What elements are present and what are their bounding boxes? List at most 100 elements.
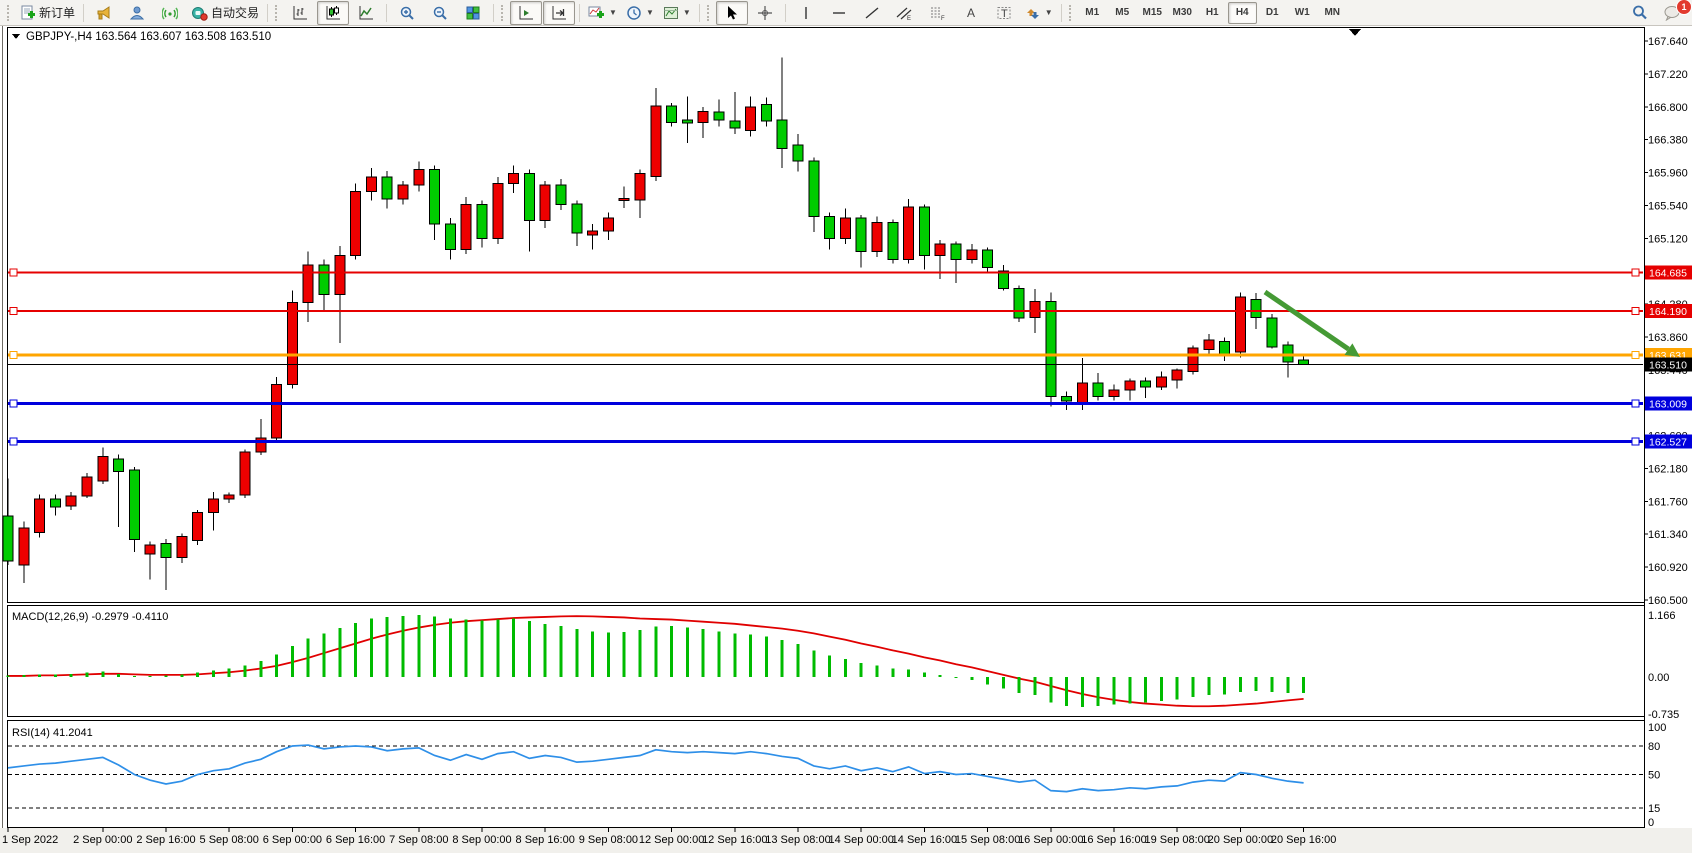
trendline-button[interactable] (856, 1, 888, 25)
time-axis-label: 5 Sep 08:00 (200, 834, 259, 846)
signals-button[interactable] (154, 1, 186, 25)
zoom-in-button[interactable] (391, 1, 423, 25)
timeframe-button-M15[interactable]: M15 (1138, 2, 1167, 24)
time-axis-label: 6 Sep 16:00 (326, 834, 385, 846)
symbol-ohlc-label: GBPJPY-,H4 163.564 163.607 163.508 163.5… (26, 31, 271, 43)
tile-windows-icon (465, 5, 481, 21)
new-order-button[interactable]: 新订单 (16, 1, 79, 25)
time-axis-label: 2 Sep 16:00 (136, 834, 195, 846)
line-chart-button[interactable] (350, 1, 382, 25)
price-tick-label: 161.760 (1648, 496, 1688, 508)
indicators-button[interactable]: ▼ (584, 1, 621, 25)
notifications-button[interactable]: 1 (1656, 1, 1688, 25)
candle (1046, 292, 1056, 406)
main-chart-panel[interactable] (8, 28, 1645, 603)
time-axis-label: 8 Sep 16:00 (516, 834, 575, 846)
separator (785, 4, 786, 22)
time-axis-label: 19 Sep 08:00 (1144, 834, 1209, 846)
time-axis-label: 15 Sep 08:00 (955, 834, 1020, 846)
vertical-line-button[interactable] (790, 1, 822, 25)
timeframe-button-M30[interactable]: M30 (1168, 2, 1197, 24)
community-button[interactable] (121, 1, 153, 25)
price-axis[interactable]: 167.640167.220166.800166.380165.960165.5… (1644, 28, 1688, 829)
timeframe-button-H1[interactable]: H1 (1198, 2, 1227, 24)
macd-axis-label: 1.166 (1648, 610, 1676, 622)
price-tick-label: 166.380 (1648, 135, 1688, 147)
toolbar-grip[interactable] (707, 5, 712, 21)
arrows-icon (1025, 5, 1041, 21)
separator (493, 4, 494, 22)
candlestick-chart-button[interactable] (317, 1, 349, 25)
bar-chart-button[interactable] (284, 1, 316, 25)
dropdown-caret: ▼ (683, 8, 691, 17)
candlestick-chart-icon (325, 5, 341, 21)
rsi-axis-label: 15 (1648, 803, 1660, 815)
candle (461, 197, 471, 254)
market-watch-button[interactable] (88, 1, 120, 25)
timeframe-button-M5[interactable]: M5 (1108, 2, 1137, 24)
timeframe-button-W1[interactable]: W1 (1288, 2, 1317, 24)
toolbar-grip[interactable] (501, 5, 506, 21)
price-tick-label: 166.800 (1648, 102, 1688, 114)
time-axis-label: 16 Sep 16:00 (1081, 834, 1146, 846)
fibonacci-button[interactable]: F (922, 1, 954, 25)
candle (667, 103, 677, 126)
rsi-axis-label: 80 (1648, 741, 1660, 753)
time-axis-label: 12 Sep 16:00 (702, 834, 767, 846)
horn-icon (96, 5, 113, 21)
equidistant-channel-button[interactable]: E (889, 1, 921, 25)
new-order-icon (20, 5, 36, 21)
candle (240, 450, 250, 499)
rsi-panel[interactable]: RSI(14) 41.2041 (8, 721, 1645, 828)
svg-text:F: F (941, 16, 945, 21)
toolbar-grip[interactable] (275, 5, 280, 21)
price-tick-label: 165.120 (1648, 233, 1688, 245)
periods-button[interactable]: ▼ (622, 1, 658, 25)
horizontal-line-icon (831, 5, 847, 21)
auto-scroll-icon (518, 5, 534, 21)
crosshair-icon (757, 5, 773, 21)
macd-panel[interactable]: MACD(12,26,9) -0.2979 -0.4110 (8, 606, 1645, 717)
timeframe-button-H4[interactable]: H4 (1228, 2, 1257, 24)
candle (493, 177, 503, 244)
new-order-label: 新订单 (39, 4, 75, 21)
search-button[interactable] (1623, 1, 1655, 25)
timeframe-button-MN[interactable]: MN (1318, 2, 1347, 24)
arrows-button[interactable]: ▼ (1021, 1, 1057, 25)
auto-trading-button[interactable]: 自动交易 (187, 1, 263, 25)
text-a-icon: A (964, 5, 978, 21)
text-button[interactable]: A (955, 1, 987, 25)
current-price-label: 163.510 (1649, 359, 1687, 371)
price-tick-label: 165.960 (1648, 168, 1688, 180)
candle (351, 183, 361, 259)
bar-chart-icon (292, 5, 308, 21)
crosshair-button[interactable] (749, 1, 781, 25)
text-label-button[interactable]: T (988, 1, 1020, 25)
chart-shift-button[interactable] (543, 1, 575, 25)
time-axis-label: 16 Sep 00:00 (1018, 834, 1083, 846)
channel-icon: E (896, 5, 913, 21)
signal-waves-icon (162, 5, 178, 21)
horizontal-line-button[interactable] (823, 1, 855, 25)
main-toolbar: 新订单 自动交易 (0, 0, 1692, 26)
toolbar-grip[interactable] (7, 5, 12, 21)
time-axis-label: 20 Sep 00:00 (1208, 834, 1273, 846)
candle (129, 467, 139, 552)
price-chart-svg[interactable]: MACD(12,26,9) -0.2979 -0.4110RSI(14) 41.… (0, 26, 1692, 853)
separator (699, 4, 700, 22)
timeframe-button-M1[interactable]: M1 (1078, 2, 1107, 24)
toolbar-grip[interactable] (1069, 5, 1074, 21)
separator (83, 4, 84, 22)
templates-button[interactable]: ▼ (659, 1, 695, 25)
svg-text:A: A (967, 6, 975, 20)
auto-scroll-button[interactable] (510, 1, 542, 25)
tile-windows-button[interactable] (457, 1, 489, 25)
auto-trading-label: 自动交易 (211, 4, 259, 21)
level-price-label: 163.009 (1649, 399, 1687, 411)
zoom-out-button[interactable] (424, 1, 456, 25)
timeframe-button-D1[interactable]: D1 (1258, 2, 1287, 24)
rsi-axis-label: 0 (1648, 817, 1654, 829)
time-axis-label: 7 Sep 08:00 (389, 834, 448, 846)
cursor-button[interactable] (716, 1, 748, 25)
auto-trading-icon (191, 5, 208, 21)
